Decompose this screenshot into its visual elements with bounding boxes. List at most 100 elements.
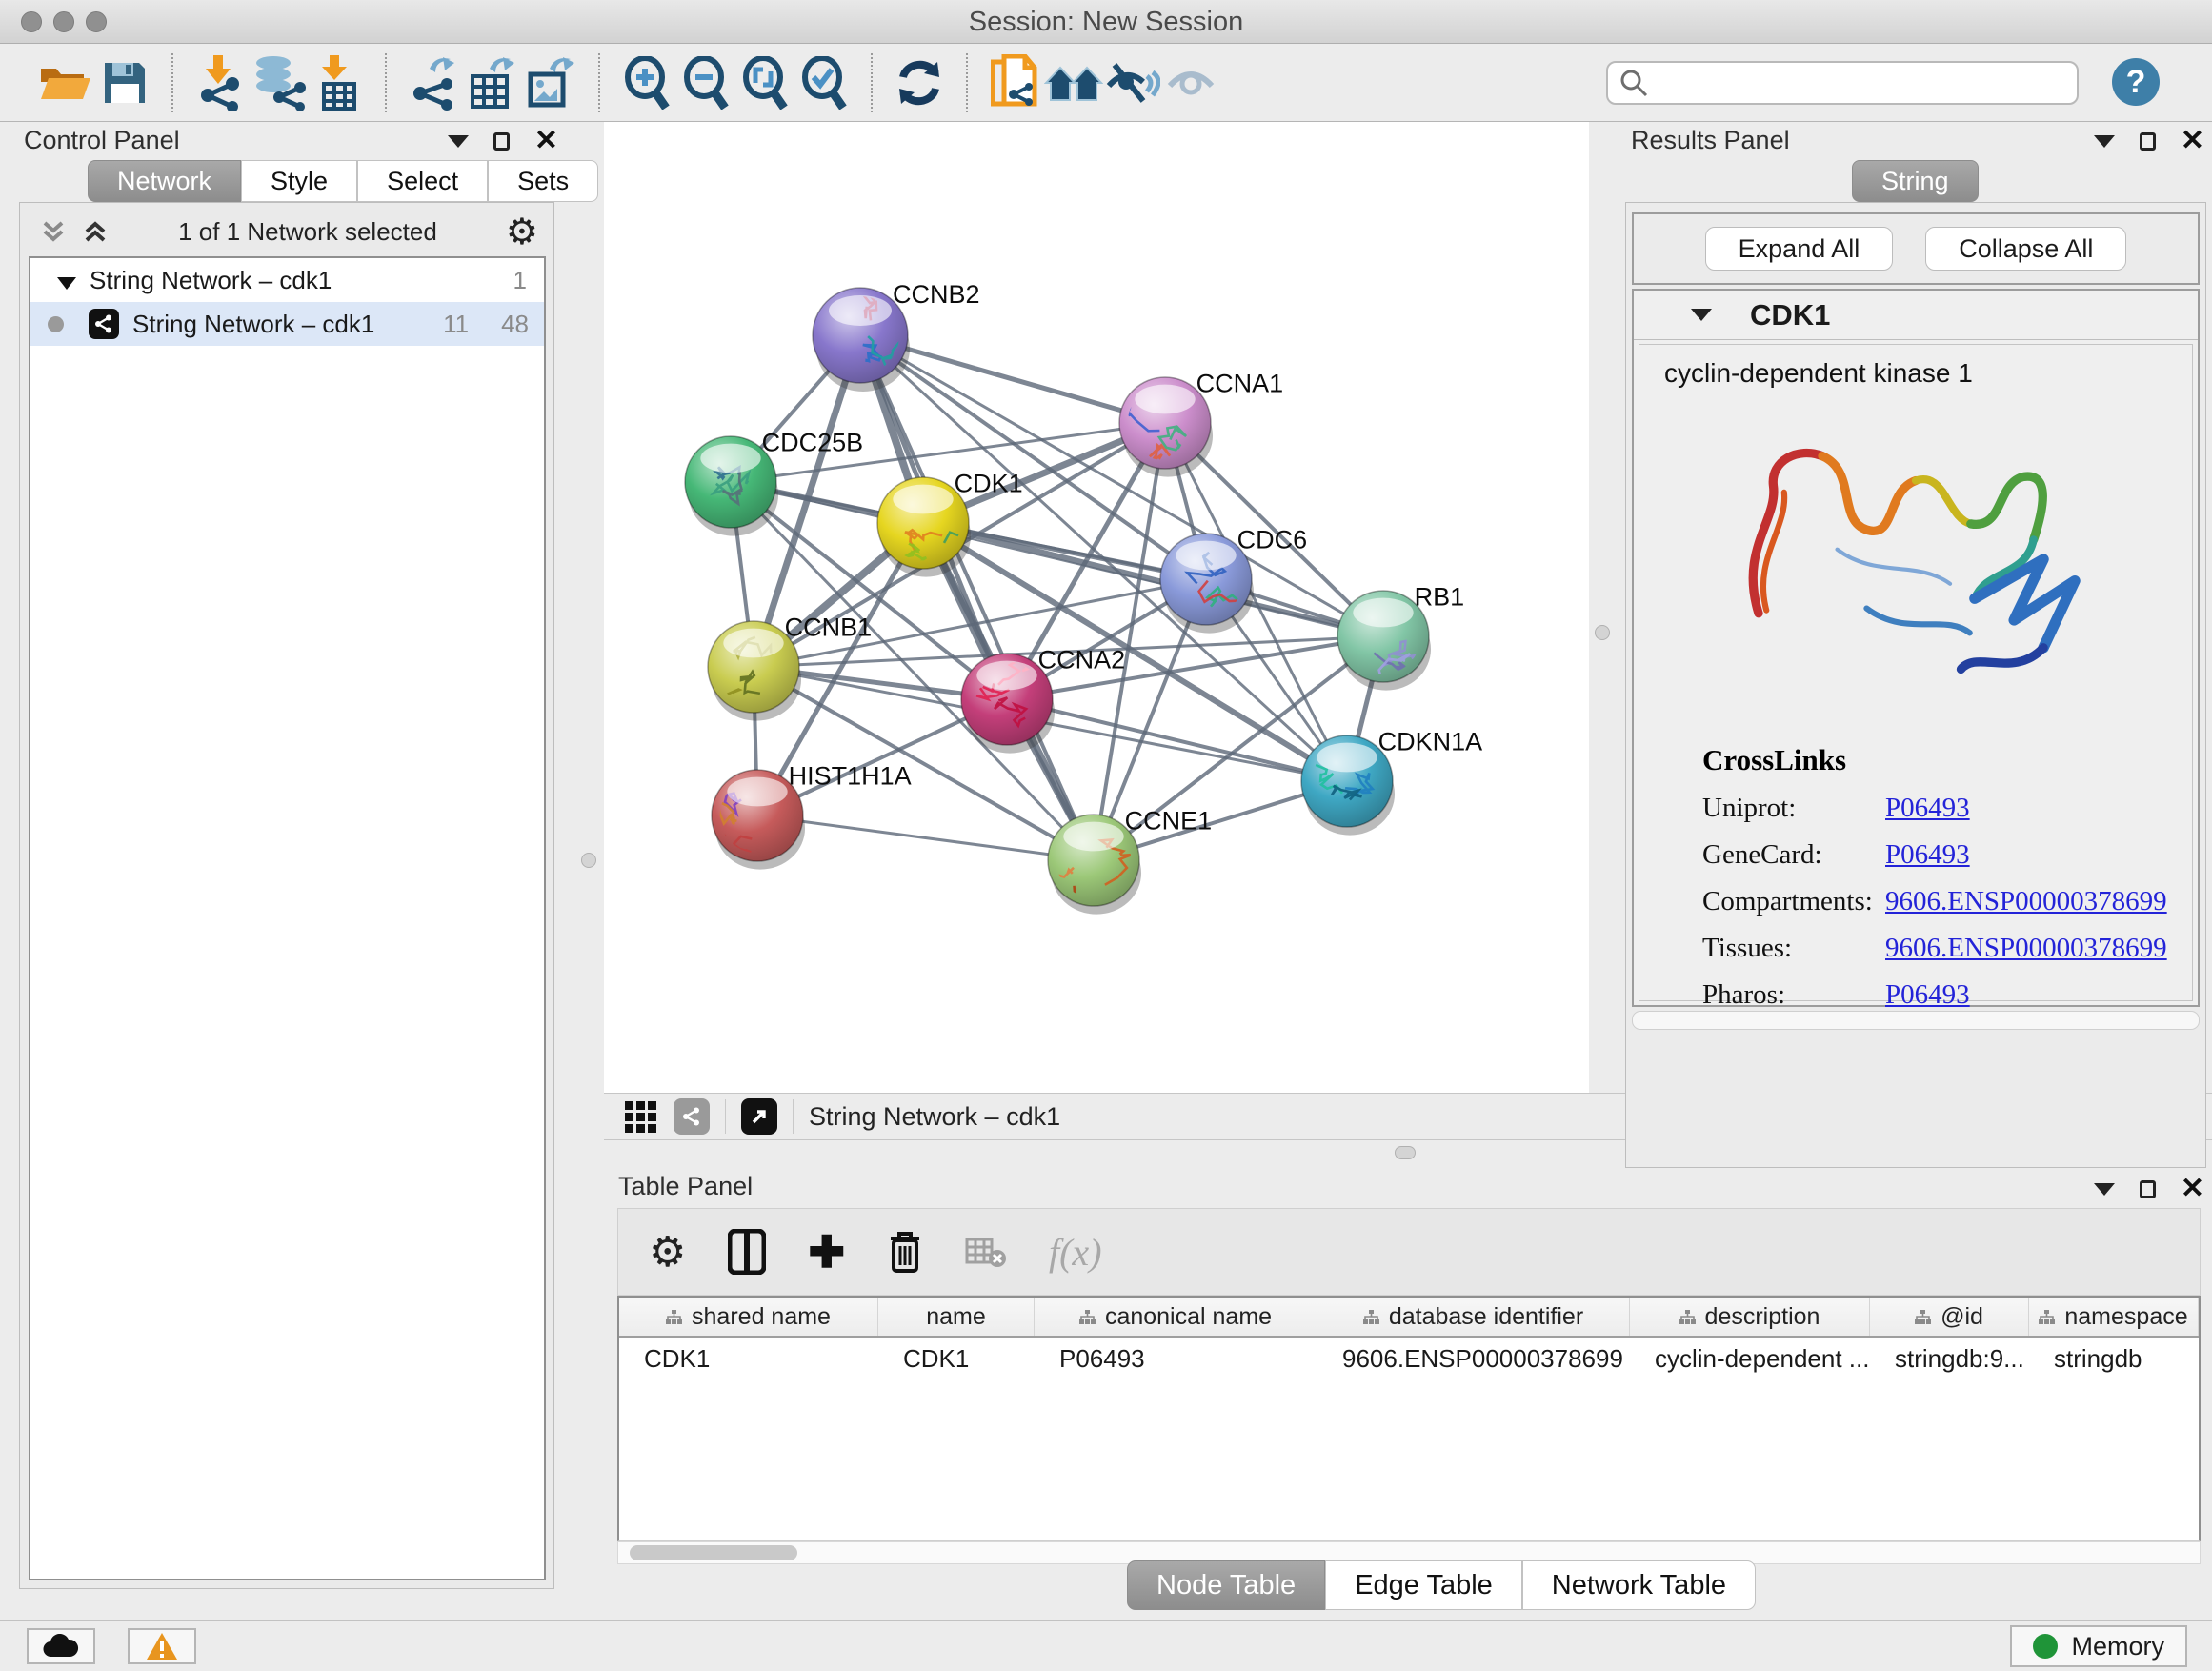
table-cell[interactable]: stringdb:9... (1870, 1344, 2029, 1374)
birdseye-toggle-icon[interactable] (741, 1098, 777, 1135)
table-row[interactable]: CDK1CDK1P064939606.ENSP00000378699cyclin… (619, 1338, 2199, 1379)
network-canvas[interactable]: CCNB2CCNA1CDC25BCDK1CDC6RB1CCNB1CCNA2CDK… (604, 122, 1589, 1093)
help-button[interactable]: ? (2112, 58, 2160, 106)
edge-CCNA2-CDKN1A[interactable] (1007, 699, 1347, 781)
show-columns-icon[interactable] (728, 1229, 766, 1275)
crosslink-link[interactable]: 9606.ENSP00000378699 (1885, 933, 2167, 964)
node-CCNE1[interactable]: CCNE1 (1035, 806, 1212, 921)
table-cell[interactable]: CDK1 (878, 1344, 1035, 1374)
table-scrollbar-thumb[interactable] (630, 1545, 797, 1560)
table-splitter-handle[interactable] (1395, 1146, 1416, 1159)
search-input[interactable] (1606, 61, 2079, 105)
hide-panel-button[interactable] (1103, 53, 1162, 112)
save-session-button[interactable] (95, 53, 154, 112)
node-HIST1H1A[interactable]: HIST1H1A (712, 761, 912, 869)
tab-network-table[interactable]: Network Table (1522, 1560, 1756, 1610)
collection-expander-icon[interactable] (57, 277, 76, 290)
network-row[interactable]: String Network – cdk1 11 48 (30, 302, 544, 346)
node-label-CCNA1: CCNA1 (1196, 369, 1284, 397)
collapse-table-panel-icon[interactable] (2094, 1183, 2115, 1196)
float-results-panel-icon[interactable] (2140, 132, 2156, 151)
network-options-gear-icon[interactable]: ⚙ (506, 211, 538, 253)
apply-layout-button[interactable] (890, 53, 949, 112)
add-column-icon[interactable]: ✚ (808, 1226, 845, 1278)
export-network-button[interactable] (404, 53, 463, 112)
import-network-from-database-button[interactable] (250, 53, 309, 112)
left-splitter-handle[interactable] (581, 853, 596, 868)
collapse-control-panel-icon[interactable] (448, 135, 469, 148)
table-cell[interactable]: CDK1 (619, 1344, 878, 1374)
network-collection-row[interactable]: String Network – cdk1 1 (30, 258, 544, 302)
collapse-all-button[interactable]: Collapse All (1925, 227, 2126, 271)
edge-HIST1H1A-CCNE1[interactable] (757, 815, 1094, 860)
node-CCNA2[interactable]: CCNA2 (961, 645, 1125, 753)
zoom-fit-button[interactable] (735, 53, 794, 112)
crosslink-link[interactable]: 9606.ENSP00000378699 (1885, 886, 2167, 917)
warning-status-button[interactable] (128, 1628, 196, 1664)
clone-network-button[interactable] (985, 53, 1044, 112)
table-cell[interactable]: stringdb (2029, 1344, 2199, 1374)
column-header-canonical-name[interactable]: canonical name (1035, 1298, 1317, 1336)
collapse-results-panel-icon[interactable] (2094, 135, 2115, 148)
crosslink-link[interactable]: P06493 (1885, 793, 1970, 824)
delete-column-icon[interactable] (887, 1229, 923, 1275)
table-cell[interactable]: 9606.ENSP00000378699 (1317, 1344, 1630, 1374)
column-header-name[interactable]: name (878, 1298, 1035, 1336)
gene-section-expander-icon[interactable] (1691, 309, 1712, 321)
window-title: Session: New Session (0, 0, 2212, 44)
close-results-panel-icon[interactable]: ✕ (2181, 127, 2204, 155)
close-control-panel-icon[interactable]: ✕ (534, 127, 558, 155)
expand-all-networks-icon[interactable] (81, 217, 110, 246)
function-builder-icon[interactable]: f(x) (1049, 1230, 1102, 1275)
column-header-description[interactable]: description (1630, 1298, 1870, 1336)
node-CDC6[interactable]: CDC6 (1160, 525, 1307, 639)
node-RB1[interactable]: RB1 (1337, 582, 1464, 690)
column-header-shared-name[interactable]: shared name (619, 1298, 878, 1336)
table-cell[interactable]: P06493 (1035, 1344, 1317, 1374)
expand-all-button[interactable]: Expand All (1705, 227, 1894, 271)
zoom-out-button[interactable] (676, 53, 735, 112)
tab-edge-table[interactable]: Edge Table (1325, 1560, 1522, 1610)
table-cell[interactable]: cyclin-dependent ... (1630, 1344, 1870, 1374)
home-button[interactable] (1044, 53, 1103, 112)
zoom-selected-button[interactable] (794, 53, 854, 112)
tab-node-table[interactable]: Node Table (1127, 1560, 1325, 1610)
node-CDK1[interactable]: CDK1 (877, 469, 1023, 576)
results-horizontal-scrollbar[interactable] (1632, 1011, 2200, 1030)
crosslink-link[interactable]: P06493 (1885, 839, 1970, 871)
node-label-CDC25B: CDC25B (762, 428, 864, 456)
table-gear-icon[interactable]: ⚙ (649, 1228, 686, 1277)
crosslink-link[interactable]: P06493 (1885, 979, 1970, 1011)
open-session-button[interactable] (36, 53, 95, 112)
column-header-namespace[interactable]: namespace (2029, 1298, 2199, 1336)
float-control-panel-icon[interactable] (493, 132, 510, 151)
node-CDKN1A[interactable]: CDKN1A (1301, 727, 1482, 835)
column-header--id[interactable]: @id (1870, 1298, 2029, 1336)
show-panel-button[interactable] (1162, 53, 1221, 112)
tab-sets[interactable]: Sets (488, 160, 598, 202)
node-CDC25B[interactable]: CDC25B (685, 428, 863, 535)
tab-select[interactable]: Select (357, 160, 488, 202)
tab-style[interactable]: Style (241, 160, 357, 202)
close-table-panel-icon[interactable]: ✕ (2181, 1175, 2204, 1203)
float-table-panel-icon[interactable] (2140, 1180, 2156, 1198)
collapse-all-networks-icon[interactable] (39, 217, 68, 246)
right-splitter-handle[interactable] (1595, 625, 1610, 640)
export-network-icon (409, 55, 458, 111)
network-badge-icon[interactable] (674, 1098, 710, 1135)
node-CCNA1[interactable]: CCNA1 (1119, 369, 1284, 476)
cloud-status-button[interactable] (27, 1628, 95, 1664)
column-header-database-identifier[interactable]: database identifier (1317, 1298, 1630, 1336)
import-table-button[interactable] (309, 53, 368, 112)
zoom-in-button[interactable] (617, 53, 676, 112)
node-CCNB2[interactable]: CCNB2 (813, 280, 980, 392)
export-table-button[interactable] (463, 53, 522, 112)
tab-string[interactable]: String (1852, 160, 1979, 202)
network-edge-count: 48 (501, 310, 529, 339)
import-network-button[interactable] (191, 53, 250, 112)
export-image-button[interactable] (522, 53, 581, 112)
view-grid-icon[interactable] (625, 1101, 656, 1133)
tab-network[interactable]: Network (88, 160, 241, 202)
delete-table-icon[interactable] (965, 1236, 1007, 1268)
memory-button[interactable]: Memory (2010, 1625, 2187, 1667)
